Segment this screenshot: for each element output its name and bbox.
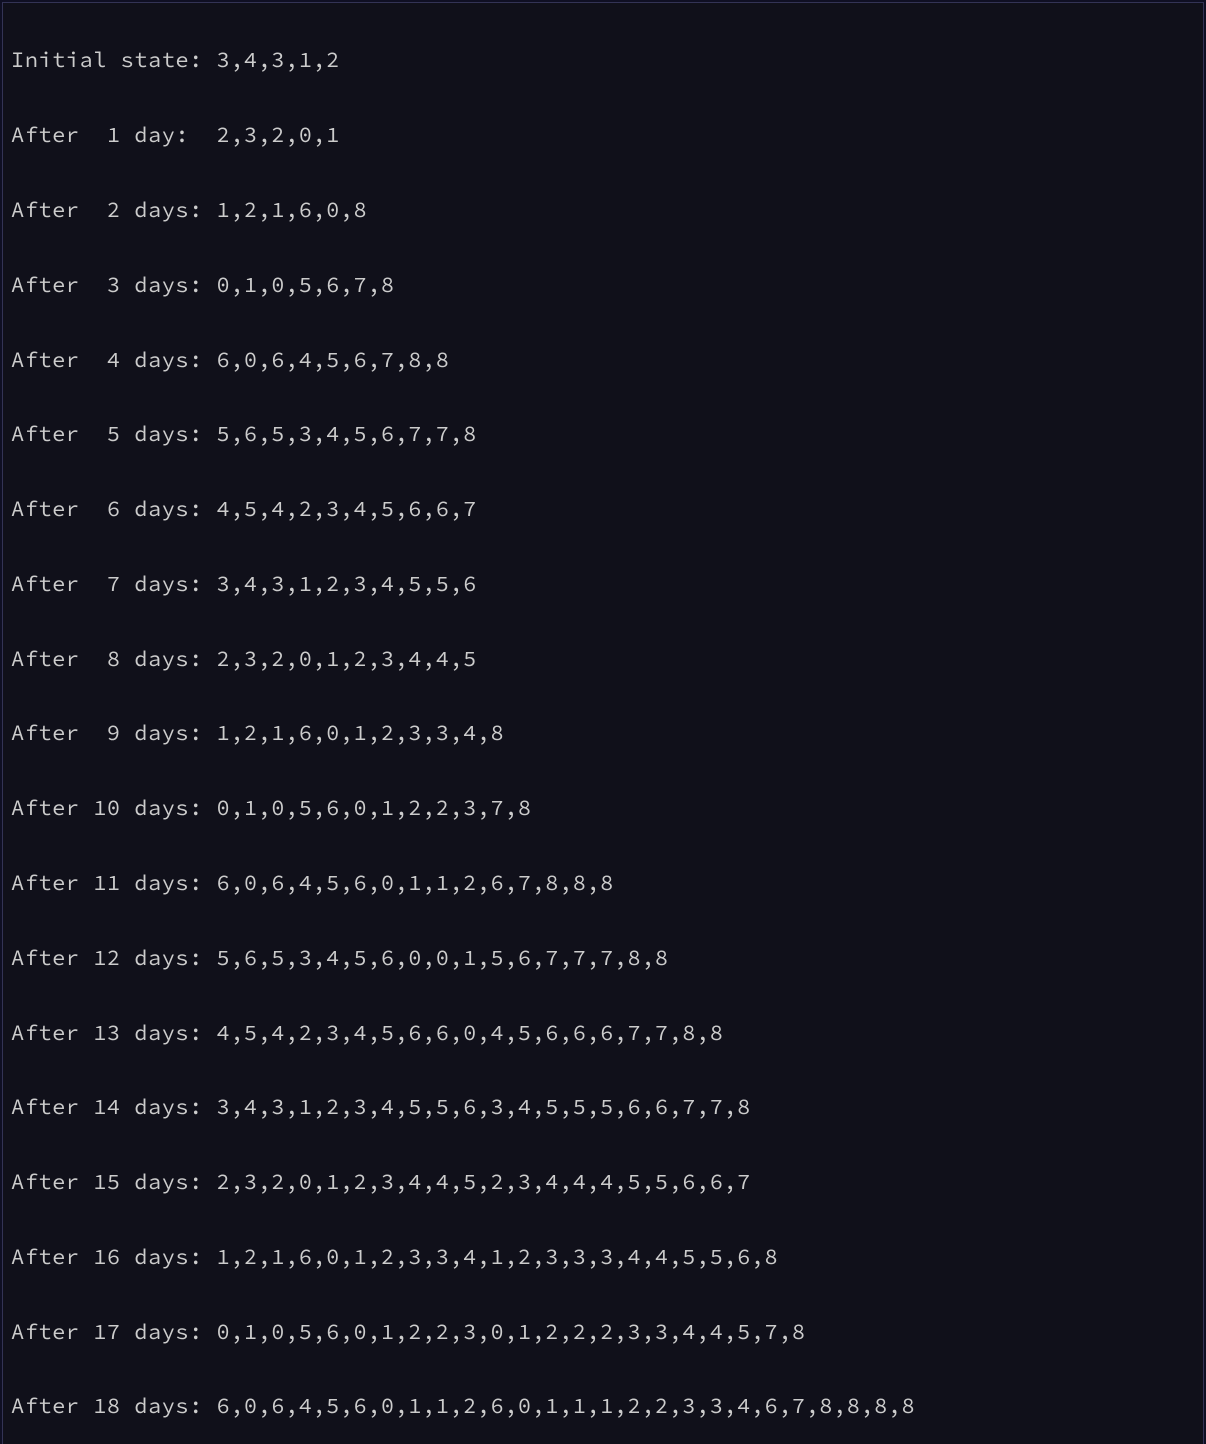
code-line: After 12 days: 5,6,5,3,4,5,6,0,0,1,5,6,7… [11, 940, 1195, 977]
code-line: After 5 days: 5,6,5,3,4,5,6,7,7,8 [11, 416, 1195, 453]
code-line: After 2 days: 1,2,1,6,0,8 [11, 192, 1195, 229]
code-line: After 6 days: 4,5,4,2,3,4,5,6,6,7 [11, 491, 1195, 528]
code-line: After 7 days: 3,4,3,1,2,3,4,5,5,6 [11, 566, 1195, 603]
code-line: After 11 days: 6,0,6,4,5,6,0,1,1,2,6,7,8… [11, 865, 1195, 902]
code-line: After 13 days: 4,5,4,2,3,4,5,6,6,0,4,5,6… [11, 1015, 1195, 1052]
code-line: After 1 day: 2,3,2,0,1 [11, 117, 1195, 154]
code-line: After 16 days: 1,2,1,6,0,1,2,3,3,4,1,2,3… [11, 1239, 1195, 1276]
code-line: Initial state: 3,4,3,1,2 [11, 42, 1195, 79]
code-line: After 14 days: 3,4,3,1,2,3,4,5,5,6,3,4,5… [11, 1089, 1195, 1126]
code-line: After 15 days: 2,3,2,0,1,2,3,4,4,5,2,3,4… [11, 1164, 1195, 1201]
code-line: After 17 days: 0,1,0,5,6,0,1,2,2,3,0,1,2… [11, 1314, 1195, 1351]
code-line: After 10 days: 0,1,0,5,6,0,1,2,2,3,7,8 [11, 790, 1195, 827]
code-line: After 3 days: 0,1,0,5,6,7,8 [11, 267, 1195, 304]
code-display: Initial state: 3,4,3,1,2 After 1 day: 2,… [2, 2, 1204, 1444]
code-line: After 18 days: 6,0,6,4,5,6,0,1,1,2,6,0,1… [11, 1388, 1195, 1425]
code-line: After 9 days: 1,2,1,6,0,1,2,3,3,4,8 [11, 715, 1195, 752]
code-line: After 4 days: 6,0,6,4,5,6,7,8,8 [11, 342, 1195, 379]
code-line: After 8 days: 2,3,2,0,1,2,3,4,4,5 [11, 641, 1195, 678]
